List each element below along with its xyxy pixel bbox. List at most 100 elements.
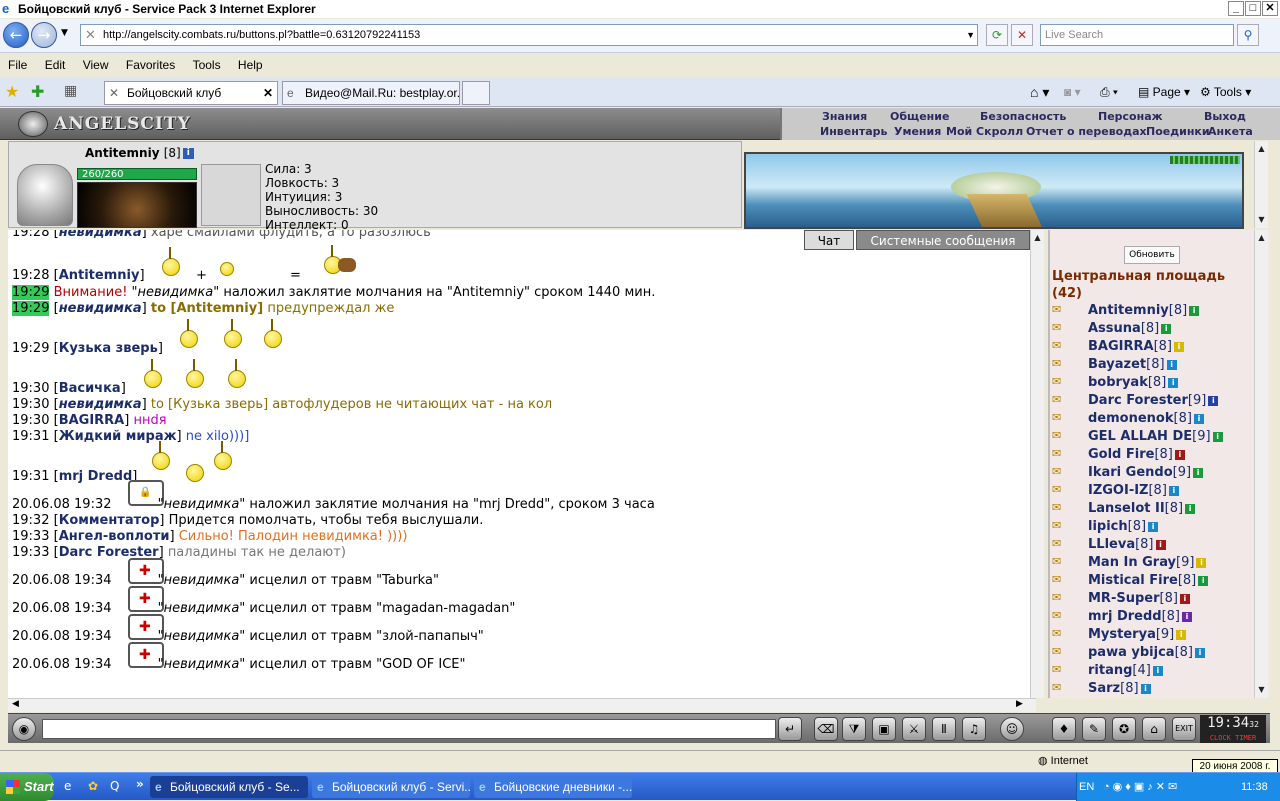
user-info-icon[interactable]: i	[1182, 611, 1192, 622]
chat-nick[interactable]: Комментатор	[59, 513, 160, 528]
forward-button[interactable]: →	[31, 22, 57, 48]
private-message-icon[interactable]: ✉	[1052, 627, 1074, 641]
save-icon[interactable]: ▣	[872, 717, 896, 741]
tab-fight-club[interactable]: ✕ Бойцовский клуб ✕	[104, 81, 278, 105]
menu-fights[interactable]: Поединки	[1146, 124, 1210, 139]
user-list-item[interactable]: ✉ Mysterya[9] i	[1052, 626, 1252, 644]
user-list-item[interactable]: ✉ MR-Super[8] i	[1052, 590, 1252, 608]
user-name[interactable]: BAGIRRA[8] i	[1088, 338, 1184, 356]
private-message-icon[interactable]: ✉	[1052, 519, 1074, 533]
scroll-left-icon[interactable]: ◀	[12, 699, 19, 709]
info-icon[interactable]: i	[182, 148, 194, 159]
tray-icons[interactable]: ◔◉♦▣♪✕✉	[1103, 773, 1180, 801]
user-name[interactable]: Mistical Fire[8] i	[1088, 572, 1209, 590]
tab-system-messages[interactable]: Системные сообщения	[856, 230, 1030, 250]
smiles-icon[interactable]: ☺	[1000, 717, 1024, 741]
feeds-icon[interactable]: ◙ ▾	[1064, 83, 1081, 101]
search-icon[interactable]: ⚲	[1237, 24, 1259, 46]
scroll-up-icon[interactable]: ▲	[1255, 143, 1268, 155]
user-list-item[interactable]: ✉ Assuna[8] i	[1052, 320, 1252, 338]
home-icon[interactable]: ⌂ ▾	[1030, 83, 1049, 101]
user-info-icon[interactable]: i	[1168, 485, 1179, 496]
user-list-item[interactable]: ✉ Darc Forester[9] i	[1052, 392, 1252, 410]
task-fight-club-2[interactable]: Бойцовский клуб - Servi...	[312, 776, 470, 798]
location-scene[interactable]	[744, 152, 1244, 229]
users-scrollbar[interactable]: ▲ ▼	[1254, 230, 1268, 698]
maximize-button[interactable]: □	[1245, 1, 1261, 16]
user-info-icon[interactable]: i	[1152, 665, 1163, 676]
back-button[interactable]: ←	[3, 22, 29, 48]
user-name[interactable]: pawa ybijca[8] i	[1088, 644, 1205, 662]
user-name[interactable]: Sarz[8] i	[1088, 680, 1151, 698]
chat-nick[interactable]: невидимка	[59, 301, 142, 316]
chat-nick[interactable]: mrj Dredd	[59, 469, 133, 484]
user-list-item[interactable]: ✉ demonenok[8] i	[1052, 410, 1252, 428]
exit-icon[interactable]: EXIT	[1172, 717, 1196, 741]
scroll-down-icon[interactable]: ▼	[1255, 214, 1268, 226]
menu-transfer-report[interactable]: Отчет о переводах	[1026, 124, 1147, 139]
user-name[interactable]: mrj Dredd[8] i	[1088, 608, 1192, 626]
refresh-icon[interactable]: ⟳	[986, 24, 1008, 46]
user-info-icon[interactable]: i	[1174, 449, 1185, 460]
chat-nick[interactable]: BAGIRRA	[59, 413, 125, 428]
close-tab-icon[interactable]: ✕	[263, 82, 273, 104]
user-info-icon[interactable]: i	[1148, 521, 1159, 532]
private-message-icon[interactable]: ✉	[1052, 465, 1074, 479]
filter-icon[interactable]: ⧩	[842, 717, 866, 741]
user-list-item[interactable]: ✉ GEL ALLAH DE[9] i	[1052, 428, 1252, 446]
user-name[interactable]: Lanselot II[8] i	[1088, 500, 1196, 518]
private-message-icon[interactable]: ✉	[1052, 501, 1074, 515]
quicklaunch-ie-icon[interactable]: e	[64, 779, 71, 793]
character-name[interactable]: Antitemniy [8] i	[85, 146, 194, 160]
private-message-icon[interactable]: ✉	[1052, 303, 1074, 317]
menu-profile[interactable]: Анкета	[1208, 124, 1253, 139]
menu-knowledge[interactable]: Знания	[822, 109, 867, 124]
clear-icon[interactable]: ⌫	[814, 717, 838, 741]
user-list-item[interactable]: ✉ bobryak[8] i	[1052, 374, 1252, 392]
menu-skills[interactable]: Умения	[894, 124, 941, 139]
menu-help[interactable]: Help	[238, 58, 263, 72]
private-message-icon[interactable]: ✉	[1052, 609, 1074, 623]
user-name[interactable]: bobryak[8] i	[1088, 374, 1179, 392]
menu-favorites[interactable]: Favorites	[126, 58, 175, 72]
task-fight-club-1[interactable]: Бойцовский клуб - Se...	[150, 776, 308, 798]
user-name[interactable]: lipich[8] i	[1088, 518, 1159, 536]
scroll-down-icon[interactable]: ▼	[1255, 684, 1268, 696]
user-list-item[interactable]: ✉ mrj Dredd[8] i	[1052, 608, 1252, 626]
private-message-icon[interactable]: ✉	[1052, 537, 1074, 551]
user-info-icon[interactable]: i	[1185, 503, 1196, 514]
menu-edit[interactable]: Edit	[45, 58, 66, 72]
quick-tabs-icon[interactable]: ▦	[64, 83, 77, 99]
user-info-icon[interactable]: i	[1173, 341, 1184, 352]
private-message-icon[interactable]: ✉	[1052, 663, 1074, 677]
send-icon[interactable]: ↵	[778, 717, 802, 741]
action-icon-1[interactable]: ♦	[1052, 717, 1076, 741]
private-message-icon[interactable]: ✉	[1052, 429, 1074, 443]
quicklaunch-icon[interactable]: ✿	[88, 779, 98, 793]
scroll-right-icon[interactable]: ▶	[1016, 699, 1023, 709]
user-name[interactable]: Antitemniy[8] i	[1088, 302, 1200, 320]
private-message-icon[interactable]: ✉	[1052, 339, 1074, 353]
private-message-icon[interactable]: ✉	[1052, 483, 1074, 497]
user-name[interactable]: Man In Gray[9] i	[1088, 554, 1207, 572]
menu-communication[interactable]: Общение	[890, 109, 949, 124]
user-name[interactable]: GEL ALLAH DE[9] i	[1088, 428, 1223, 446]
private-message-icon[interactable]: ✉	[1052, 447, 1074, 461]
user-info-icon[interactable]: i	[1189, 305, 1200, 316]
user-info-icon[interactable]: i	[1161, 323, 1172, 334]
action-icon-3[interactable]: ✪	[1112, 717, 1136, 741]
user-info-icon[interactable]: i	[1176, 629, 1187, 640]
user-list-item[interactable]: ✉ Ikari Gendo[9] i	[1052, 464, 1252, 482]
private-message-icon[interactable]: ✉	[1052, 411, 1074, 425]
quicklaunch-more-icon[interactable]: »	[136, 777, 144, 791]
page-menu-button[interactable]: ▤ Page ▾	[1138, 83, 1190, 101]
user-list-item[interactable]: ✉ Gold Fire[8] i	[1052, 446, 1252, 464]
speaker-icon[interactable]: ◉	[12, 717, 36, 741]
close-window-button[interactable]: ✕	[1262, 1, 1278, 16]
private-message-icon[interactable]: ✉	[1052, 681, 1074, 695]
chat-input[interactable]	[42, 719, 776, 739]
minimize-button[interactable]: _	[1228, 1, 1244, 16]
user-list-item[interactable]: ✉ pawa ybijca[8] i	[1052, 644, 1252, 662]
quicklaunch-icon-2[interactable]: Q	[110, 779, 119, 793]
start-button[interactable]: Start	[0, 773, 54, 801]
